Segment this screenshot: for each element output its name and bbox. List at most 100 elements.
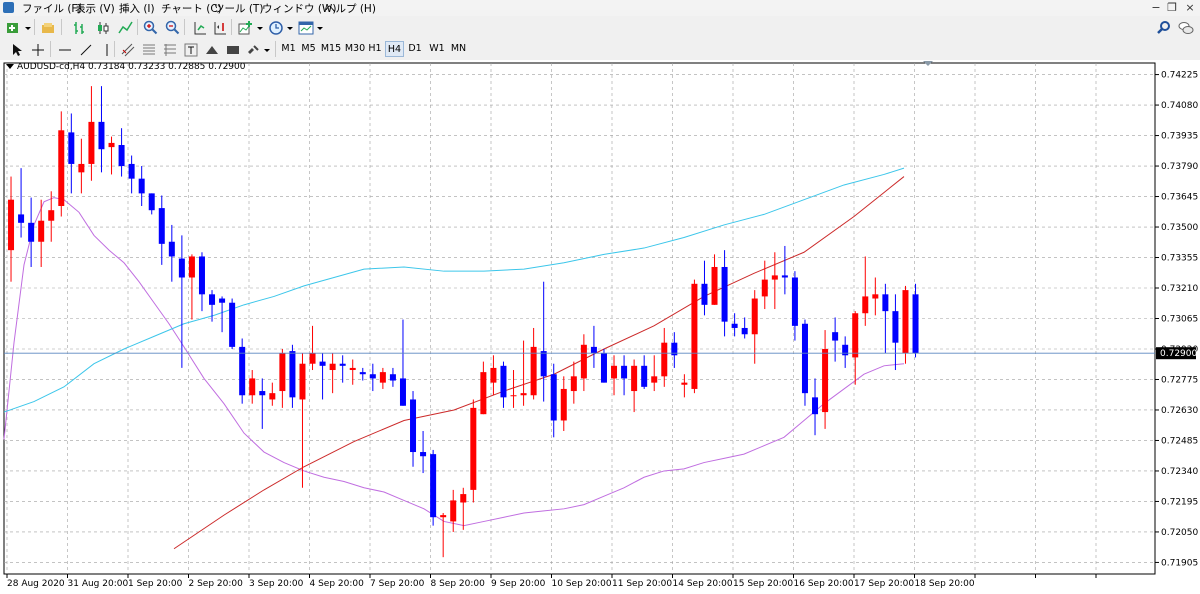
timeframe-m30[interactable]: M30 bbox=[344, 41, 366, 57]
restore-icon[interactable]: ❐ bbox=[1166, 2, 1178, 14]
gann-icon[interactable] bbox=[160, 40, 178, 58]
timeframe-m15[interactable]: M15 bbox=[320, 41, 342, 57]
candle-body bbox=[389, 374, 396, 381]
y-tick-label: 0.74080 bbox=[1161, 101, 1198, 111]
shapes-icon[interactable] bbox=[244, 40, 262, 58]
timeframe-m1[interactable]: M1 bbox=[280, 41, 297, 57]
chat-icon[interactable] bbox=[1176, 18, 1194, 36]
y-tick-label: 0.73645 bbox=[1161, 193, 1198, 203]
candle-body bbox=[781, 275, 788, 278]
candle-body bbox=[198, 256, 205, 295]
menu-insert[interactable]: 挿入 (I) bbox=[119, 1, 155, 16]
x-tick-label: 7 Sep 20:00 bbox=[370, 579, 425, 589]
candle-body bbox=[289, 351, 296, 398]
candle-body bbox=[88, 121, 95, 164]
minimize-icon[interactable]: − bbox=[1150, 2, 1162, 14]
candle-body bbox=[470, 407, 477, 490]
new-chart-dropdown-icon[interactable] bbox=[22, 18, 32, 36]
candle-body bbox=[279, 353, 286, 392]
indicators-icon[interactable] bbox=[236, 18, 254, 36]
indicators-dropdown-icon[interactable] bbox=[254, 18, 264, 36]
rectangle-shape-icon[interactable] bbox=[223, 40, 241, 58]
crosshair-icon[interactable] bbox=[28, 40, 46, 58]
menu-chart[interactable]: チャート (C) bbox=[161, 1, 222, 16]
candle-body bbox=[450, 500, 457, 522]
auto-scroll-icon[interactable] bbox=[190, 18, 208, 36]
candle-body bbox=[510, 395, 517, 397]
candle-body bbox=[138, 178, 145, 194]
candle-body bbox=[239, 346, 246, 396]
x-tick-label: 31 Aug 20:00 bbox=[68, 579, 129, 589]
x-tick-label: 18 Sep 20:00 bbox=[915, 579, 975, 589]
y-tick-label: 0.71905 bbox=[1161, 558, 1198, 568]
bar-chart-icon[interactable] bbox=[70, 18, 88, 36]
y-tick-label: 0.72195 bbox=[1161, 497, 1198, 507]
candle-body bbox=[299, 363, 306, 400]
app-icon[interactable] bbox=[3, 2, 14, 13]
candle-body bbox=[570, 376, 577, 392]
fibonacci-icon[interactable] bbox=[139, 40, 157, 58]
x-tick-label: 3 Sep 20:00 bbox=[249, 579, 304, 589]
candle-body bbox=[892, 311, 899, 343]
channel-icon[interactable] bbox=[118, 40, 136, 58]
y-tick-label: 0.73355 bbox=[1161, 254, 1198, 264]
candle-body bbox=[460, 494, 467, 503]
profiles-icon[interactable] bbox=[38, 18, 56, 36]
y-tick-label: 0.72775 bbox=[1161, 375, 1198, 385]
periods-clock-icon[interactable] bbox=[266, 18, 284, 36]
text-tool-icon[interactable] bbox=[181, 40, 199, 58]
chart-shift-icon[interactable] bbox=[210, 18, 228, 36]
horizontal-line-icon[interactable] bbox=[55, 40, 73, 58]
candle-body bbox=[68, 132, 75, 164]
candle-body bbox=[420, 452, 427, 457]
trendline-icon[interactable] bbox=[76, 40, 94, 58]
templates-icon[interactable] bbox=[296, 18, 314, 36]
candle-body bbox=[611, 365, 618, 379]
vertical-line-icon[interactable] bbox=[97, 40, 115, 58]
candle-body bbox=[621, 365, 628, 379]
timeframe-h1[interactable]: H1 bbox=[367, 41, 383, 57]
chart-window[interactable]: 0.74225 0.74080 0.73935 0.73790 0.73645 0.735… bbox=[0, 60, 1200, 594]
y-tick-label: 0.72340 bbox=[1161, 467, 1198, 477]
candle-body bbox=[410, 399, 417, 453]
menu-file[interactable]: ファイル (F) bbox=[22, 1, 82, 16]
new-chart-button[interactable] bbox=[4, 18, 22, 36]
zoom-out-icon[interactable] bbox=[163, 18, 181, 36]
menu-view[interactable]: 表示 (V) bbox=[75, 1, 115, 16]
candle-body bbox=[399, 378, 406, 406]
x-tick-label: 9 Sep 20:00 bbox=[491, 579, 546, 589]
x-tick-label: 4 Sep 20:00 bbox=[310, 579, 365, 589]
price-chart[interactable]: 0.74225 0.74080 0.73935 0.73790 0.73645 0.735… bbox=[0, 60, 1200, 594]
candle-body bbox=[912, 294, 919, 354]
collapse-triangle-icon[interactable] bbox=[6, 64, 14, 69]
templates-dropdown-icon[interactable] bbox=[314, 18, 324, 36]
periods-dropdown-icon[interactable] bbox=[284, 18, 294, 36]
y-tick-label: 0.73065 bbox=[1161, 315, 1198, 325]
candlestick-icon[interactable] bbox=[94, 18, 112, 36]
candle-body bbox=[359, 372, 366, 375]
candle-body bbox=[711, 266, 718, 305]
candle-body bbox=[500, 365, 507, 398]
x-tick-label: 28 Aug 2020 bbox=[7, 579, 65, 589]
shapes-dropdown-icon[interactable] bbox=[261, 40, 271, 58]
menu-help[interactable]: ヘルプ (H) bbox=[325, 1, 376, 16]
candle-body bbox=[178, 258, 185, 278]
arrow-up-shape-icon[interactable] bbox=[202, 40, 220, 58]
close-icon[interactable]: × bbox=[1184, 2, 1196, 14]
y-tick-label: 0.73790 bbox=[1161, 162, 1198, 172]
x-tick-label: 8 Sep 20:00 bbox=[431, 579, 486, 589]
line-chart-icon[interactable] bbox=[116, 18, 134, 36]
zoom-in-icon[interactable] bbox=[141, 18, 159, 36]
search-icon[interactable] bbox=[1154, 18, 1172, 36]
timeframe-m5[interactable]: M5 bbox=[300, 41, 317, 57]
timeframe-h4[interactable]: H4 bbox=[385, 41, 404, 57]
timeframe-d1[interactable]: D1 bbox=[407, 41, 423, 57]
candle-body bbox=[661, 342, 668, 377]
candle-body bbox=[681, 382, 688, 385]
cursor-icon[interactable] bbox=[6, 40, 24, 58]
timeframe-mn[interactable]: MN bbox=[449, 41, 468, 57]
y-tick-label: 0.73210 bbox=[1161, 284, 1198, 294]
y-tick-label: 0.73500 bbox=[1161, 223, 1198, 233]
menu-tools[interactable]: ツール (T) bbox=[214, 1, 263, 16]
timeframe-w1[interactable]: W1 bbox=[428, 41, 446, 57]
